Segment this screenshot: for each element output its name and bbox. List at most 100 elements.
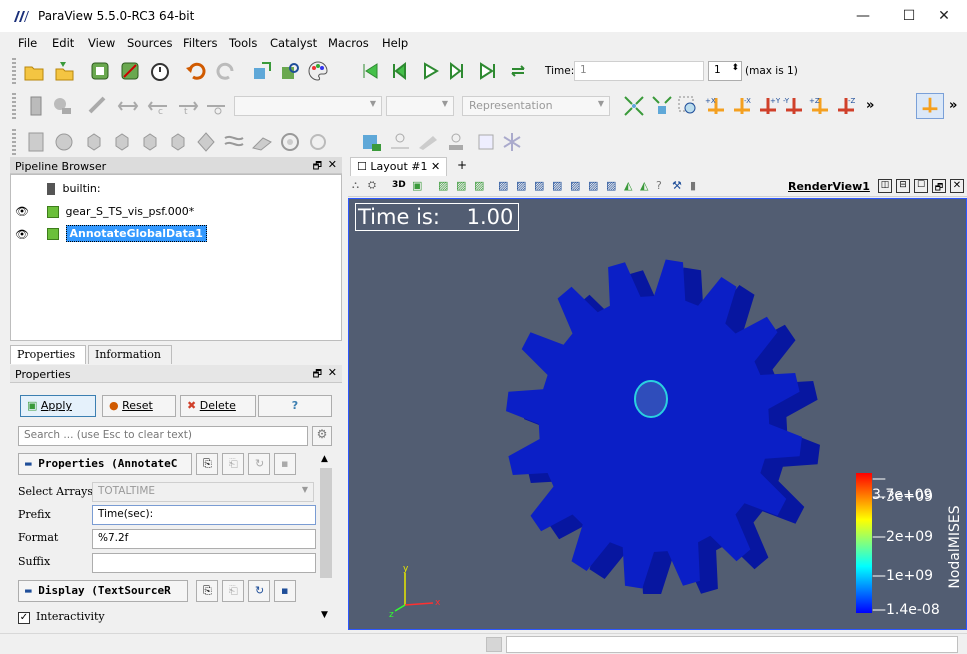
toolbar-overflow-chevron-2[interactable]: » xyxy=(949,98,957,113)
clear-selection-icon[interactable]: ▮ xyxy=(690,179,696,192)
select-polygon-points-icon[interactable]: ▨ xyxy=(534,179,544,192)
interactivity-checkbox[interactable]: ✓ xyxy=(18,612,30,624)
warp-by-vector-icon[interactable] xyxy=(250,130,274,154)
grow-selection-icon[interactable]: ◭ xyxy=(640,179,648,192)
select-cells-on-icon[interactable]: ▨ xyxy=(438,179,448,192)
eye-icon[interactable]: 👁 xyxy=(15,228,29,241)
render-view-label[interactable]: RenderView1 xyxy=(788,180,870,193)
component-combo[interactable]: ▼ xyxy=(386,96,454,116)
split-horizontal-icon[interactable]: ◫ xyxy=(878,179,892,193)
time-value-field[interactable]: 1 xyxy=(574,61,704,81)
threshold-icon[interactable] xyxy=(138,130,162,154)
redo-icon[interactable] xyxy=(214,59,238,83)
save-display-icon[interactable]: ▪ xyxy=(274,580,296,602)
next-frame-icon[interactable] xyxy=(446,59,470,83)
find-data-icon[interactable] xyxy=(278,59,302,83)
close-button[interactable]: ✕ xyxy=(921,0,967,32)
close-view-icon[interactable]: ✕ xyxy=(950,179,964,193)
menu-sources[interactable]: Sources xyxy=(127,36,173,50)
toolbar-grip[interactable] xyxy=(12,58,16,84)
group-datasets-icon[interactable] xyxy=(278,130,302,154)
properties-scrollbar[interactable]: ▲ ▼ xyxy=(320,454,332,624)
float-view-icon[interactable]: 🗗 xyxy=(932,179,946,193)
reset-camera-closest-icon[interactable] xyxy=(622,94,646,118)
float-panel-icon[interactable]: 🗗 xyxy=(313,367,322,384)
calculator-icon[interactable] xyxy=(24,130,48,154)
timer-icon[interactable] xyxy=(148,59,172,83)
paste-display-icon[interactable]: ⎗ xyxy=(222,580,244,602)
advanced-gear-icon[interactable]: ⚙ xyxy=(312,426,332,446)
representation-combo[interactable]: Representation ▼ xyxy=(462,96,610,116)
scroll-down-icon[interactable]: ▼ xyxy=(321,610,328,620)
view-minus-x-icon[interactable]: -X xyxy=(730,94,754,118)
extract-subset-icon[interactable] xyxy=(166,130,190,154)
contour-icon[interactable] xyxy=(52,130,76,154)
select-points-through-icon[interactable]: ▨ xyxy=(498,179,508,192)
add-layout-button[interactable]: + xyxy=(452,158,472,175)
help-button[interactable]: ? xyxy=(258,395,332,417)
interactive-select-points-icon[interactable]: ▨ xyxy=(588,179,598,192)
clip-icon[interactable] xyxy=(82,130,106,154)
hover-cells-icon[interactable]: ◭ xyxy=(624,179,632,192)
apply-button[interactable]: ▣ Apply xyxy=(20,395,96,417)
previous-frame-icon[interactable] xyxy=(386,59,410,83)
play-icon[interactable] xyxy=(418,59,442,83)
close-tab-icon[interactable]: ✕ xyxy=(431,160,440,173)
edit-color-map-icon[interactable] xyxy=(50,94,74,118)
snowflake-icon[interactable] xyxy=(500,130,524,154)
rescale-visible-icon[interactable]: c xyxy=(146,94,170,118)
prefix-input[interactable]: Time(sec): xyxy=(92,505,316,525)
properties-section-toggle[interactable]: ▬ Properties (AnnotateC xyxy=(18,453,192,475)
scroll-up-icon[interactable]: ▲ xyxy=(321,454,328,464)
first-frame-icon[interactable] xyxy=(358,59,382,83)
restore-defaults-icon[interactable]: ↻ xyxy=(248,453,270,475)
toolbar-grip[interactable] xyxy=(12,129,16,155)
interactive-select-cells-icon[interactable]: ▨ xyxy=(570,179,580,192)
connect-icon[interactable] xyxy=(52,59,76,83)
open-file-icon[interactable] xyxy=(22,59,46,83)
tab-properties[interactable]: Properties xyxy=(10,345,86,364)
spreadsheet-view-icon[interactable] xyxy=(416,130,440,154)
extract-level-icon[interactable] xyxy=(306,130,330,154)
copy-properties-icon[interactable]: ⎘ xyxy=(196,453,218,475)
properties-search-input[interactable]: Search ... (use Esc to clear text) xyxy=(18,426,308,446)
camera-undo-icon[interactable]: ▣ xyxy=(412,179,422,192)
minimize-button[interactable]: — xyxy=(840,0,886,32)
time-index-spinbox[interactable]: 1 ⬍ xyxy=(708,61,742,81)
server-disconnect-icon[interactable] xyxy=(118,59,142,83)
stream-tracer-icon[interactable] xyxy=(222,130,246,154)
save-defaults-icon[interactable]: ▪ xyxy=(274,453,296,475)
capture-screenshot-icon[interactable]: ⛬ xyxy=(352,180,359,191)
menu-catalyst[interactable]: Catalyst xyxy=(270,36,317,50)
plot-data-icon[interactable] xyxy=(388,130,412,154)
menu-macros[interactable]: Macros xyxy=(328,36,369,50)
suffix-input[interactable] xyxy=(92,553,316,573)
python-shell-icon[interactable] xyxy=(474,130,498,154)
view-minus-z-icon[interactable]: -Z xyxy=(834,94,858,118)
reset-camera-icon[interactable] xyxy=(250,59,274,83)
eye-icon[interactable]: 👁 xyxy=(15,205,29,218)
select-block-icon[interactable]: ▨ xyxy=(552,179,562,192)
menu-help[interactable]: Help xyxy=(382,36,408,50)
slice-icon[interactable] xyxy=(110,130,134,154)
maximize-view-icon[interactable]: ☐ xyxy=(914,179,928,193)
rescale-range-icon[interactable] xyxy=(116,94,140,118)
view-plus-z-icon[interactable]: +Z xyxy=(808,94,832,118)
color-by-combo[interactable]: ▼ xyxy=(234,96,382,116)
memory-inspector-icon[interactable] xyxy=(486,637,502,652)
interaction-mode-icon[interactable] xyxy=(916,93,944,119)
find-data-view-icon[interactable]: ⚒ xyxy=(672,179,682,192)
zoom-to-data-icon[interactable] xyxy=(650,94,674,118)
pipeline-item-annotate[interactable]: AnnotateGlobalData1 xyxy=(47,225,207,242)
select-polygon-cells-icon[interactable]: ▨ xyxy=(516,179,526,192)
split-vertical-icon[interactable]: ⊟ xyxy=(896,179,910,193)
copy-display-icon[interactable]: ⎘ xyxy=(196,580,218,602)
last-frame-icon[interactable] xyxy=(476,59,500,83)
shrink-selection-icon[interactable]: ? xyxy=(656,179,662,192)
spin-arrows-icon[interactable]: ⬍ xyxy=(731,63,739,73)
loop-icon[interactable] xyxy=(506,59,530,83)
histogram-icon[interactable] xyxy=(444,130,468,154)
color-palette-icon[interactable] xyxy=(306,59,330,83)
view-minus-y-icon[interactable]: -Y xyxy=(782,94,806,118)
view-plus-x-icon[interactable]: +X xyxy=(704,94,728,118)
